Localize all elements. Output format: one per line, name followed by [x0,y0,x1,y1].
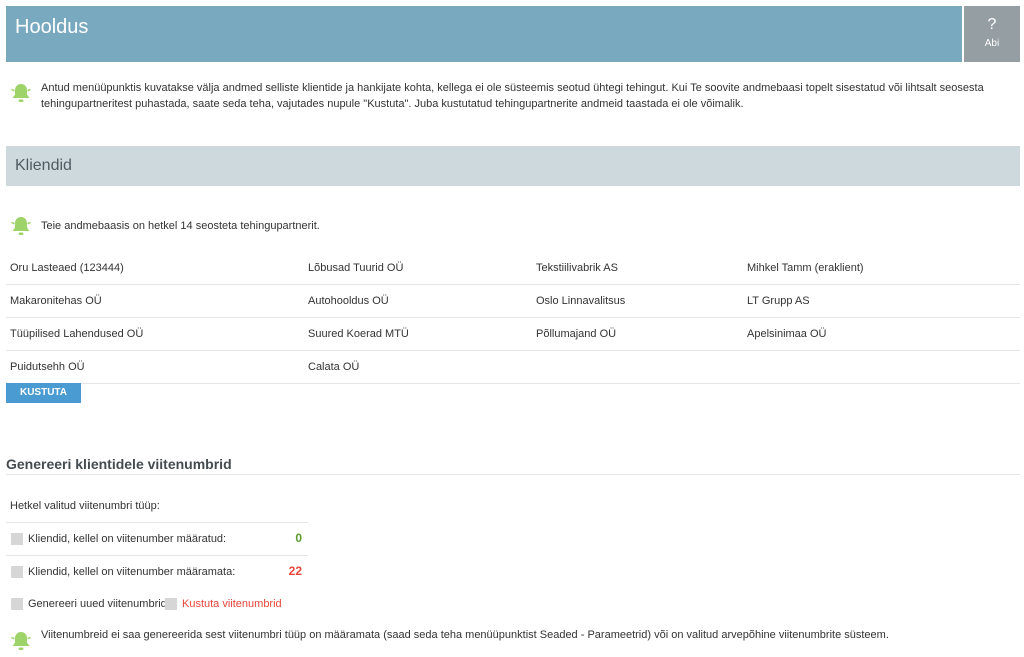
assigned-checkbox[interactable] [11,533,23,545]
client-item[interactable]: Puidutsehh OÜ [10,361,85,373]
assigned-label: Kliendid, kellel on viitenumber määratud… [28,533,227,545]
delete-numbers-checkbox[interactable] [165,598,177,610]
divider [6,474,1020,475]
page-header: Hooldus [6,6,962,62]
clients-info: Teie andmebaasis on hetkel 14 seosteta t… [41,220,320,232]
page-title: Hooldus [15,16,89,38]
client-item[interactable]: Oru Lasteaed (123444) [10,262,124,274]
client-item[interactable]: Tekstiilivabrik AS [536,262,618,274]
client-item[interactable]: Makaronitehas OÜ [10,295,102,307]
intro-text: Antud menüüpunktis kuvatakse välja andme… [41,80,984,112]
bell-icon [11,217,31,235]
generate-new-checkbox[interactable] [11,598,23,610]
help-button[interactable]: ? Abi [964,6,1020,62]
clients-section-header: Kliendid [6,146,1020,186]
unassigned-count: 22 [288,564,302,578]
bell-icon [11,84,31,102]
intro-line-2: tehingupartneritest puhastada, saate sed… [41,98,744,110]
clients-section-title: Kliendid [15,157,72,174]
table-row: Oru Lasteaed (123444) Lõbusad Tuurid OÜ … [6,252,1020,285]
current-type-label: Hetkel valitud viitenumbri tüüp: [10,500,160,512]
unassigned-row: Kliendid, kellel on viitenumber määramat… [6,555,308,588]
warning-text: Viitenumbreid ei saa genereerida sest vi… [41,629,889,641]
client-item[interactable]: Oslo Linnavalitsus [536,295,625,307]
help-icon: ? [987,16,997,33]
delete-numbers-label[interactable]: Kustuta viitenumbrid [182,598,282,610]
help-label: Abi [984,38,1000,49]
delete-button[interactable]: KUSTUTA [6,383,81,403]
table-row: Puidutsehh OÜ Calata OÜ [6,351,1020,384]
unassigned-checkbox[interactable] [11,566,23,578]
client-item[interactable]: Autohooldus OÜ [308,295,389,307]
client-item[interactable]: Tüüpilised Lahendused OÜ [10,328,143,340]
client-item[interactable]: Lõbusad Tuurid OÜ [308,262,403,274]
intro-line-1: Antud menüüpunktis kuvatakse välja andme… [41,82,984,94]
bell-icon [11,632,31,650]
table-row: Makaronitehas OÜ Autohooldus OÜ Oslo Lin… [6,285,1020,318]
client-item[interactable]: Põllumajand OÜ [536,328,616,340]
table-row: Tüüpilised Lahendused OÜ Suured Koerad M… [6,318,1020,351]
client-item[interactable]: Calata OÜ [308,361,359,373]
assigned-count: 0 [295,531,302,545]
client-item[interactable]: Mihkel Tamm (eraklient) [747,262,864,274]
generate-new-label[interactable]: Genereeri uued viitenumbrid [28,598,167,610]
assigned-row: Kliendid, kellel on viitenumber määratud… [6,522,308,555]
unassigned-label: Kliendid, kellel on viitenumber määramat… [28,566,236,578]
generate-section-title: Genereeri klientidele viitenumbrid [6,456,232,472]
clients-table: Oru Lasteaed (123444) Lõbusad Tuurid OÜ … [6,252,1020,384]
client-item[interactable]: Suured Koerad MTÜ [308,328,409,340]
client-item[interactable]: LT Grupp AS [747,295,810,307]
client-item[interactable]: Apelsinimaa OÜ [747,328,826,340]
